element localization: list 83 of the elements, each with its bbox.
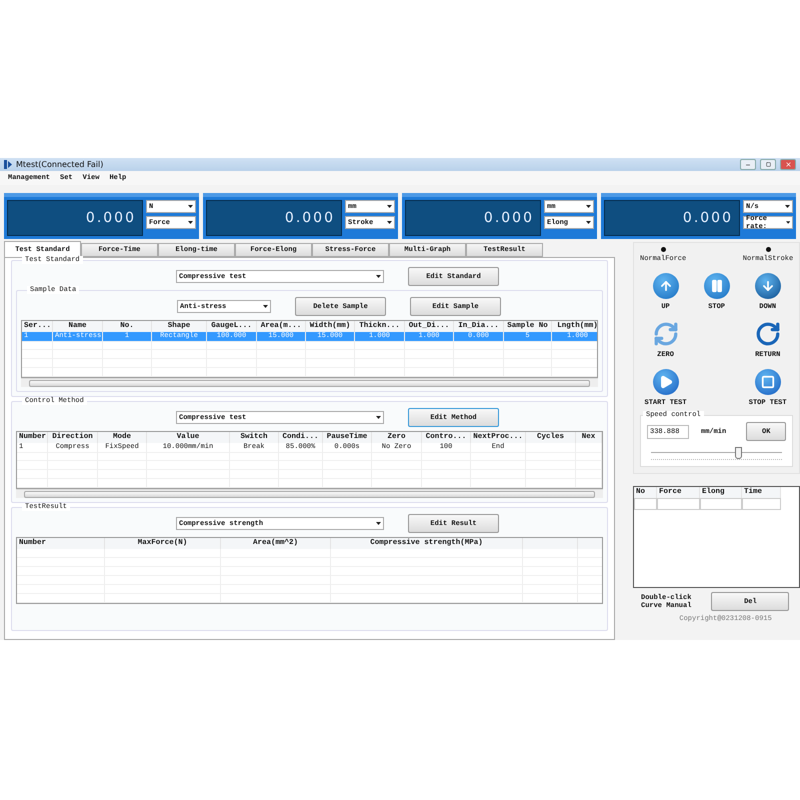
empty-cell	[306, 368, 355, 377]
minimize-button[interactable]	[740, 159, 756, 170]
slider-thumb[interactable]	[734, 447, 742, 459]
close-icon	[784, 161, 792, 168]
empty-cell	[279, 479, 323, 488]
empty-cell	[657, 498, 700, 510]
empty-cell	[405, 368, 454, 377]
empty-cell	[22, 359, 53, 368]
empty-cell	[22, 368, 53, 377]
empty-cell	[230, 479, 279, 488]
empty-cell	[152, 368, 207, 377]
empty-cell	[523, 594, 578, 603]
empty-cell	[207, 368, 257, 377]
empty-cell	[98, 479, 147, 488]
empty-cell	[576, 470, 602, 479]
caret-icon	[786, 221, 790, 224]
window-title: Mtest(Connected Fail)	[16, 160, 104, 169]
empty-cell	[634, 498, 657, 510]
empty-cell	[17, 461, 48, 470]
empty-cell	[526, 479, 576, 488]
empty-cell	[372, 479, 422, 488]
restore-icon	[766, 162, 770, 167]
caret-icon	[376, 275, 381, 278]
indicator-dot-icon	[766, 247, 770, 252]
indicator-dot-icon	[660, 247, 666, 252]
restore-button[interactable]	[760, 159, 776, 170]
empty-cell	[504, 368, 552, 377]
play-icon	[652, 369, 679, 395]
caret-icon	[387, 205, 392, 208]
empty-cell	[700, 498, 742, 510]
speed-slider[interactable]	[651, 447, 782, 460]
empty-cell	[17, 479, 48, 488]
caret-icon	[586, 205, 591, 208]
empty-cell	[523, 549, 578, 558]
caret-icon	[188, 205, 193, 208]
empty-cell	[22, 350, 53, 359]
empty-cell	[576, 479, 602, 488]
empty-cell	[504, 341, 552, 350]
empty-cell	[454, 368, 504, 377]
empty-cell	[103, 341, 152, 350]
caret-icon	[263, 305, 268, 308]
empty-cell	[306, 341, 355, 350]
empty-cell	[576, 443, 602, 453]
empty-cell	[207, 341, 257, 350]
empty-cell	[152, 341, 207, 350]
empty-cell	[103, 368, 152, 377]
empty-cell	[22, 341, 53, 350]
digital-display: 0.000	[405, 200, 541, 236]
empty-cell	[422, 479, 471, 488]
empty-cell	[17, 470, 48, 479]
caret-icon	[387, 221, 392, 224]
caret-icon	[188, 221, 193, 224]
circular-arrows-icon	[652, 321, 679, 347]
empty-cell	[576, 461, 602, 470]
empty-cell	[53, 368, 103, 377]
close-button[interactable]	[780, 159, 796, 170]
caret-icon	[376, 522, 381, 525]
empty-cell	[53, 341, 103, 350]
caret-icon	[785, 205, 790, 208]
caret-icon	[376, 416, 381, 419]
empty-cell	[742, 498, 781, 510]
digital-display: 0.000	[7, 200, 143, 236]
empty-cell	[323, 479, 372, 488]
empty-cell	[526, 443, 576, 453]
app-logo-icon	[4, 160, 12, 169]
empty-cell	[355, 368, 405, 377]
digital-display: 0.000	[604, 200, 740, 236]
empty-cell	[405, 341, 454, 350]
clockwise-arrow-icon	[754, 321, 781, 347]
empty-cell	[17, 452, 48, 461]
empty-cell	[471, 479, 526, 488]
horizontal-scrollbar[interactable]	[21, 378, 598, 387]
empty-cell	[257, 341, 306, 350]
caret-icon	[586, 221, 591, 224]
empty-cell	[355, 341, 405, 350]
pause-icon	[704, 273, 730, 299]
digital-display: 0.000	[206, 200, 342, 236]
horizontal-scrollbar[interactable]	[16, 489, 603, 498]
empty-cell	[454, 341, 504, 350]
empty-cell	[257, 368, 306, 377]
empty-cell	[48, 479, 98, 488]
minimize-icon	[745, 162, 751, 168]
empty-cell	[576, 452, 602, 461]
